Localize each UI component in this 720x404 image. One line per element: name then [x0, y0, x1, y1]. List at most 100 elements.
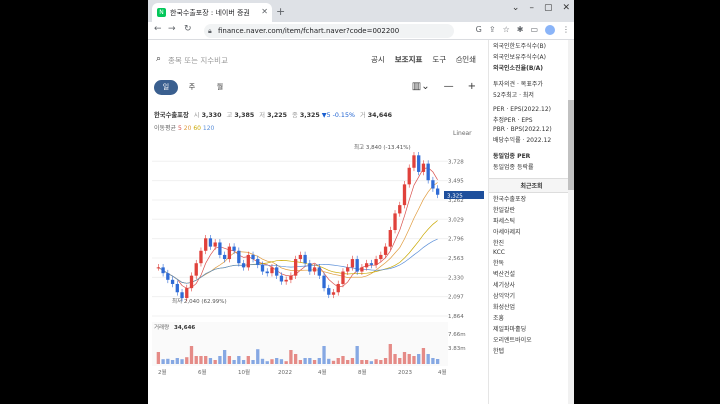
recent-item[interactable]: 제일파마홀딩: [489, 323, 574, 334]
candle-body: [260, 264, 265, 272]
close-label: 종: [292, 112, 298, 119]
sidepanel-icon[interactable]: ▭: [530, 25, 538, 35]
volume-bar: [303, 358, 307, 364]
candle-type-icon[interactable]: ▥⌄: [412, 81, 430, 92]
low-label: 저: [259, 112, 266, 119]
reload-icon[interactable]: ↻: [184, 24, 192, 34]
share-icon[interactable]: ⇪: [489, 25, 496, 35]
y-tick-label: 3,495: [448, 179, 464, 185]
tab-title: 한국수출포장 : 네이버 증권: [170, 8, 250, 17]
volume-bar: [241, 360, 246, 364]
price-chart[interactable]: 3,7283,4953,2623,0292,7962,5632,3302,097…: [148, 140, 488, 404]
candle-body: [364, 263, 369, 268]
period-row: 일 주 월 ▥⌄ — +: [154, 80, 484, 96]
recent-item[interactable]: 한독: [489, 257, 574, 268]
menu-icon[interactable]: ⋮: [562, 25, 570, 35]
volume-bar: [398, 358, 402, 364]
menu-indicators[interactable]: 보조지표: [395, 54, 423, 65]
open-value: 3,330: [201, 112, 222, 119]
period-day-button[interactable]: 일: [154, 80, 178, 95]
volume-bar: [189, 346, 194, 364]
browser-tab[interactable]: N 한국수출포장 : 네이버 증권 ✕: [152, 3, 272, 22]
menu-tools[interactable]: 도구: [432, 54, 446, 65]
recent-item[interactable]: 아세아제지: [489, 226, 574, 237]
scroll-thumb[interactable]: [568, 100, 574, 190]
minimize-icon[interactable]: –: [529, 3, 534, 13]
candle-body: [402, 184, 407, 206]
menu-disclosure[interactable]: 공시: [371, 54, 385, 65]
period-month-button[interactable]: 월: [208, 80, 232, 95]
close-tab-icon[interactable]: ✕: [261, 7, 268, 16]
volume-bar: [431, 358, 435, 364]
forward-icon[interactable]: →: [168, 24, 176, 34]
candle-body: [170, 279, 175, 284]
recent-item[interactable]: 한진: [489, 237, 574, 248]
recent-item[interactable]: 세기상사: [489, 279, 574, 290]
candle-body: [350, 259, 355, 268]
recent-item[interactable]: 한일갈란: [489, 204, 574, 215]
zoom-in-icon[interactable]: +: [468, 81, 476, 92]
volume-bar: [312, 360, 317, 364]
recent-item[interactable]: 삼익악기: [489, 290, 574, 301]
volume-bar: [213, 360, 217, 364]
volume-tick-label: 3.83m: [448, 346, 466, 352]
search-icon[interactable]: ⌕: [156, 54, 161, 64]
volume-bar: [170, 360, 175, 364]
browser-toolbar: ← → ↻ 🔒︎ finance.naver.com/item/fchart.n…: [148, 22, 574, 40]
scale-selector[interactable]: Linear: [453, 130, 472, 137]
candle-body: [374, 259, 378, 265]
candle-body: [194, 263, 198, 276]
candle-body: [189, 275, 194, 289]
volume-bar: [194, 356, 198, 364]
star-icon[interactable]: ☆: [503, 25, 510, 35]
ma-120: 120: [202, 125, 215, 132]
volume-bar: [327, 358, 331, 364]
candle-body: [204, 238, 208, 251]
scrollbar[interactable]: [568, 40, 574, 404]
candle-body: [421, 163, 426, 172]
volume-bar: [350, 358, 355, 364]
url-text: finance.naver.com/item/fchart.naver?code…: [218, 27, 400, 35]
sector-per: 동일업종 PER: [493, 153, 531, 160]
maximize-icon[interactable]: ▢: [544, 3, 553, 13]
per-eps: PER · EPS(2022.12): [493, 106, 552, 113]
back-icon[interactable]: ←: [154, 24, 162, 34]
volume-bar: [407, 354, 411, 364]
menu-print[interactable]: ⎙인쇄: [456, 54, 476, 65]
y-tick-label: 2,563: [448, 256, 464, 262]
x-tick-label: 2022: [278, 370, 292, 376]
zoom-out-icon[interactable]: —: [444, 81, 454, 92]
recent-item[interactable]: 파세스틱: [489, 215, 574, 226]
volume-bar: [180, 359, 184, 364]
y-tick-label: 2,330: [448, 275, 464, 281]
pbr-bps: PBR · BPS(2022.12): [493, 126, 552, 133]
address-bar[interactable]: 🔒︎ finance.naver.com/item/fchart.naver?c…: [204, 24, 454, 38]
recent-item[interactable]: 화성산업: [489, 301, 574, 312]
google-icon[interactable]: G: [476, 25, 482, 35]
candle-body: [317, 267, 321, 276]
volume-label: 거: [359, 112, 366, 119]
search-input[interactable]: 종목 또는 지수비교: [168, 55, 228, 66]
close-window-icon[interactable]: ✕: [562, 3, 570, 13]
candle-body: [312, 267, 317, 272]
recent-item[interactable]: 조흥: [489, 312, 574, 323]
volume-bar: [232, 360, 236, 364]
recent-item[interactable]: 한국수출포장: [489, 193, 574, 204]
recent-item[interactable]: 한텝: [489, 345, 574, 356]
volume-bar: [289, 350, 293, 364]
candle-body: [227, 246, 232, 260]
recent-item[interactable]: 벽산건설: [489, 268, 574, 279]
recent-item[interactable]: 오리엔트바이오: [489, 334, 574, 345]
chevron-down-icon[interactable]: ⌄: [512, 3, 520, 13]
candle-body: [426, 163, 430, 181]
recent-list: 한국수출포장 한일갈란 파세스틱 아세아제지 한진 KCC 한독 벽산건설 세기상사 삼익악기 화성…: [489, 193, 574, 356]
profile-avatar[interactable]: [545, 25, 555, 35]
period-week-button[interactable]: 주: [180, 80, 204, 95]
recent-item[interactable]: KCC: [489, 248, 574, 257]
volume-bar: [218, 356, 222, 364]
extensions-icon[interactable]: ✱: [517, 25, 524, 35]
candle-body: [369, 263, 374, 265]
new-tab-icon[interactable]: +: [276, 5, 285, 18]
chart-tools: ▥⌄ — +: [412, 81, 476, 92]
candle-body: [293, 259, 298, 276]
